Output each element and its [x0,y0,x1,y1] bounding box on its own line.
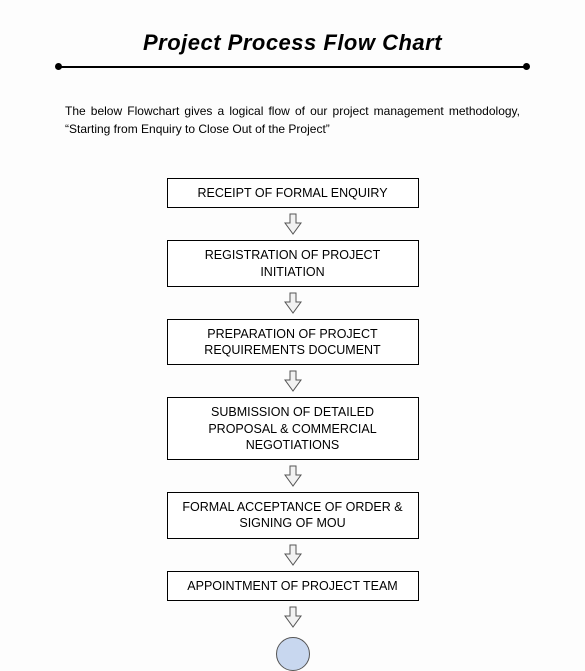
rule-dot-right [523,63,530,70]
down-arrow-icon [283,606,303,628]
down-arrow-icon [283,544,303,566]
title-wrap: Project Process Flow Chart [45,30,540,56]
step-box-1: RECEIPT OF FORMAL ENQUIRY [167,178,419,208]
flowchart: RECEIPT OF FORMAL ENQUIRY REGISTRATION O… [45,178,540,671]
intro-text: The below Flowchart gives a logical flow… [65,102,520,138]
document-page: Project Process Flow Chart The below Flo… [0,0,585,671]
rule-line [61,66,524,68]
down-arrow-icon [283,292,303,314]
down-arrow-icon [283,370,303,392]
step-label: FORMAL ACCEPTANCE OF ORDER & SIGNING OF … [182,500,402,530]
down-arrow-icon [283,213,303,235]
page-title: Project Process Flow Chart [143,30,442,55]
title-rule [55,62,530,72]
step-label: PREPARATION OF PROJECT REQUIREMENTS DOCU… [204,327,380,357]
step-label: APPOINTMENT OF PROJECT TEAM [187,579,397,593]
flow-terminator [276,637,310,671]
step-box-6: APPOINTMENT OF PROJECT TEAM [167,571,419,601]
step-label: REGISTRATION OF PROJECT INITIATION [205,248,380,278]
step-box-3: PREPARATION OF PROJECT REQUIREMENTS DOCU… [167,319,419,366]
step-label: SUBMISSION OF DETAILED PROPOSAL & COMMER… [208,405,376,452]
step-box-2: REGISTRATION OF PROJECT INITIATION [167,240,419,287]
step-label: RECEIPT OF FORMAL ENQUIRY [197,186,387,200]
step-box-4: SUBMISSION OF DETAILED PROPOSAL & COMMER… [167,397,419,460]
down-arrow-icon [283,465,303,487]
step-box-5: FORMAL ACCEPTANCE OF ORDER & SIGNING OF … [167,492,419,539]
terminator-circle-icon [276,637,310,671]
